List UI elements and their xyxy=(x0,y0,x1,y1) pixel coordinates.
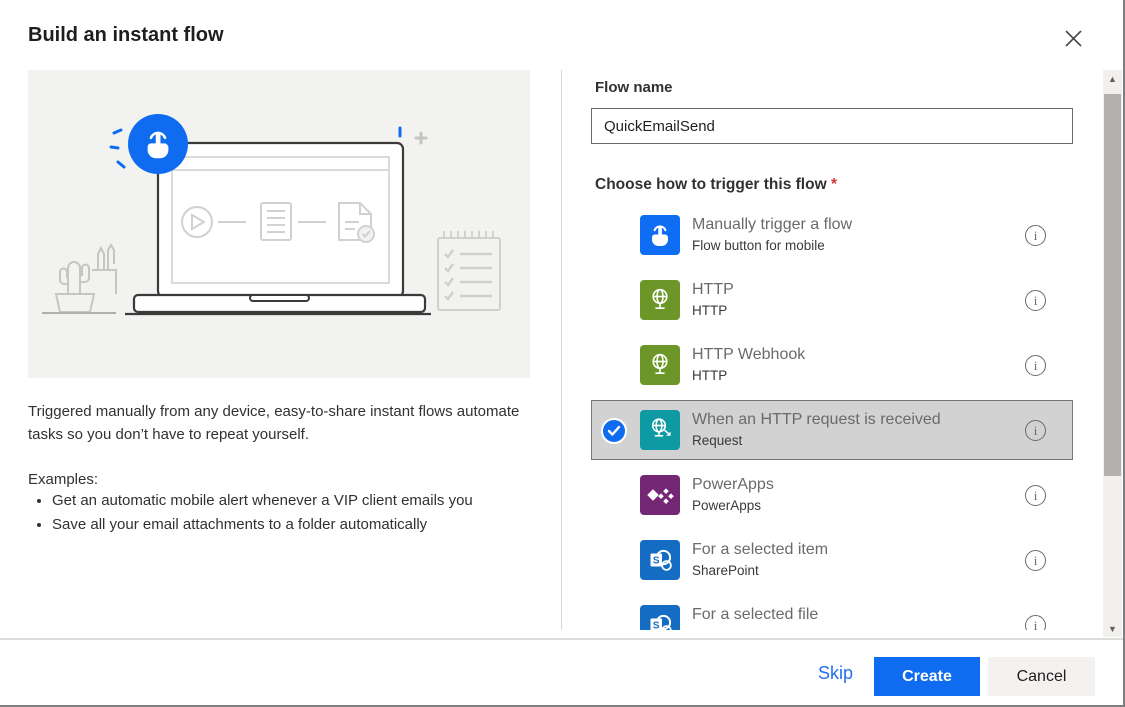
trigger-text: HTTP HTTP xyxy=(692,279,1012,320)
globe-icon xyxy=(640,345,680,385)
examples-list: Get an automatic mobile alert whenever a… xyxy=(32,489,524,537)
trigger-title: When an HTTP request is received xyxy=(692,411,941,428)
example-item: Save all your email attachments to a fol… xyxy=(52,513,524,537)
trigger-subtitle: Flow button for mobile xyxy=(692,238,825,253)
trigger-subtitle: Request xyxy=(692,433,743,448)
trigger-subtitle: PowerApps xyxy=(692,498,762,513)
touch-icon xyxy=(640,215,680,255)
selected-check-icon xyxy=(601,418,627,444)
info-icon[interactable]: i xyxy=(1025,355,1046,376)
examples-label: Examples: xyxy=(28,471,99,488)
svg-text:S: S xyxy=(653,556,660,567)
trigger-option[interactable]: S For a selected file i xyxy=(591,595,1073,630)
close-button[interactable] xyxy=(1052,17,1094,59)
globe-icon xyxy=(640,280,680,320)
panel-divider xyxy=(561,70,562,630)
info-icon[interactable]: i xyxy=(1025,420,1046,441)
trigger-option[interactable]: Manually trigger a flow Flow button for m… xyxy=(591,205,1073,265)
trigger-title: HTTP xyxy=(692,281,734,298)
globe-request-icon xyxy=(640,410,680,450)
trigger-text: For a selected file xyxy=(692,604,1012,626)
cancel-button[interactable]: Cancel xyxy=(988,657,1095,696)
trigger-option[interactable]: HTTP Webhook HTTP i xyxy=(591,335,1073,395)
trigger-option[interactable]: HTTP HTTP i xyxy=(591,270,1073,330)
sharepoint-icon: S xyxy=(640,540,680,580)
flow-name-input[interactable] xyxy=(591,108,1073,144)
powerapps-icon xyxy=(640,475,680,515)
trigger-title: For a selected file xyxy=(692,606,819,623)
sharepoint-icon: S xyxy=(640,605,680,630)
trigger-text: For a selected item SharePoint xyxy=(692,539,1012,580)
info-icon[interactable]: i xyxy=(1025,485,1046,506)
trigger-title: HTTP Webhook xyxy=(692,346,806,363)
info-icon[interactable]: i xyxy=(1025,615,1046,630)
trigger-list: Manually trigger a flow Flow button for m… xyxy=(591,205,1073,630)
create-button[interactable]: Create xyxy=(874,657,980,696)
info-icon[interactable]: i xyxy=(1025,550,1046,571)
scroll-down-icon[interactable]: ▼ xyxy=(1103,620,1122,637)
trigger-subtitle: HTTP xyxy=(692,368,728,383)
instant-flow-illustration xyxy=(28,70,530,378)
scrollbar[interactable]: ▲ ▼ xyxy=(1103,70,1122,637)
trigger-title: PowerApps xyxy=(692,476,774,493)
trigger-option[interactable]: PowerApps PowerApps i xyxy=(591,465,1073,525)
trigger-text: When an HTTP request is received Request xyxy=(692,409,1012,450)
required-marker: * xyxy=(830,176,837,193)
svg-text:S: S xyxy=(653,621,660,630)
trigger-text: Manually trigger a flow Flow button for m… xyxy=(692,214,1012,255)
trigger-title: For a selected item xyxy=(692,541,829,558)
trigger-text: PowerApps PowerApps xyxy=(692,474,1012,515)
trigger-text: HTTP Webhook HTTP xyxy=(692,344,1012,385)
info-icon[interactable]: i xyxy=(1025,290,1046,311)
trigger-subtitle: HTTP xyxy=(692,303,728,318)
scrollbar-thumb[interactable] xyxy=(1104,94,1121,476)
description-text: Triggered manually from any device, easy… xyxy=(28,403,520,443)
skip-button[interactable]: Skip xyxy=(818,663,853,684)
dialog-title: Build an instant flow xyxy=(28,24,224,46)
trigger-title: Manually trigger a flow xyxy=(692,216,853,233)
footer-divider xyxy=(0,638,1125,640)
trigger-option[interactable]: When an HTTP request is received Request i xyxy=(591,400,1073,460)
trigger-option[interactable]: S For a selected item SharePoint i xyxy=(591,530,1073,590)
trigger-section-label: Choose how to trigger this flow * xyxy=(595,176,837,193)
example-item: Get an automatic mobile alert whenever a… xyxy=(52,489,524,513)
scroll-up-icon[interactable]: ▲ xyxy=(1103,70,1122,87)
trigger-subtitle: SharePoint xyxy=(692,563,759,578)
info-icon[interactable]: i xyxy=(1025,225,1046,246)
close-icon xyxy=(1064,29,1082,47)
flow-name-label: Flow name xyxy=(595,79,673,96)
